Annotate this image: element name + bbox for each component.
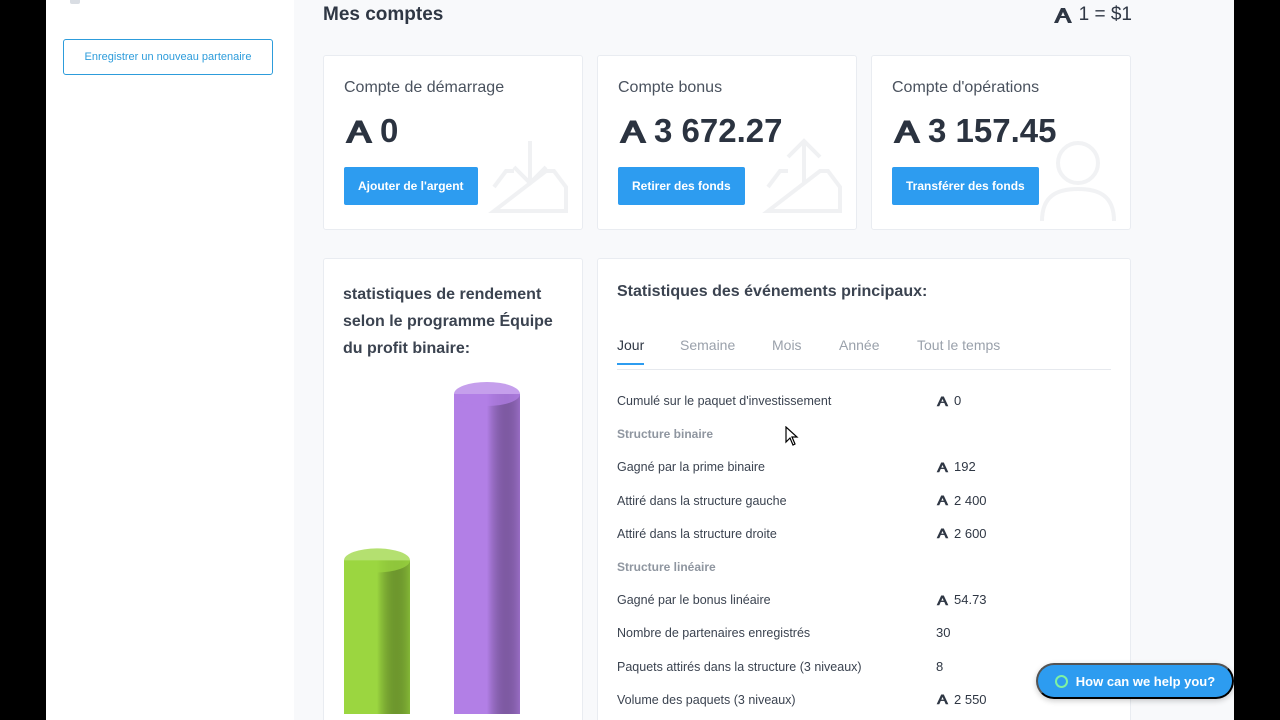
aion-currency-icon	[619, 120, 647, 143]
stat-value-text: 0	[954, 393, 962, 408]
stat-label: Attiré dans la structure gauche	[617, 493, 787, 508]
account-amount-value: 0	[380, 112, 399, 149]
help-chat-label: How can we help you?	[1075, 673, 1216, 689]
stat-value-text: 2 550	[954, 691, 987, 707]
stat-value-text: 2 400	[954, 492, 987, 508]
stat-value-text: 2 600	[954, 525, 987, 541]
mouse-cursor-icon	[785, 426, 799, 446]
stat-value-text: 192	[954, 459, 976, 475]
chart-title: statistiques de rendement selon le progr…	[343, 286, 553, 357]
page-title: Mes comptes	[323, 4, 444, 25]
stat-value: 2 600	[936, 526, 987, 541]
stat-label: Nombre de partenaires enregistrés	[617, 626, 811, 641]
tab-day[interactable]: Jour	[617, 337, 645, 365]
add-money-button[interactable]: Ajouter de l'argent	[344, 167, 478, 205]
bar-shading	[344, 560, 410, 714]
stats-card: Statistiques des événements principaux: …	[597, 258, 1131, 720]
download-icon	[488, 141, 568, 213]
stat-value: 54.73	[936, 592, 987, 607]
aion-currency-icon	[936, 462, 949, 473]
tab-week[interactable]: Semaine	[680, 337, 735, 363]
account-title: Compte de démarrage	[344, 79, 505, 96]
stat-label: Attiré dans la structure droite	[617, 526, 777, 541]
aion-currency-icon	[893, 120, 921, 143]
stat-value: 192	[936, 459, 976, 474]
aion-currency-icon	[936, 395, 949, 406]
stat-label: Volume des paquets (3 niveaux)	[617, 692, 796, 707]
aion-currency-icon	[936, 694, 949, 705]
withdraw-funds-button[interactable]: Retirer des fonds	[618, 167, 745, 205]
section-header: Structure linéaire	[617, 560, 716, 574]
tab-year[interactable]: Année	[839, 337, 879, 363]
account-title: Compte d'opérations	[892, 79, 1040, 96]
aion-currency-icon	[936, 495, 949, 506]
online-status-icon	[1054, 674, 1068, 688]
stat-value-text: 54.73	[954, 592, 987, 608]
exchange-rate: 1 = $1	[1053, 4, 1132, 26]
bar-top	[344, 548, 410, 573]
stat-value-text: 8	[936, 658, 944, 674]
aion-currency-icon	[1053, 8, 1072, 23]
stat-value: 30	[936, 625, 950, 640]
stat-value: 2 400	[936, 493, 987, 508]
sidebar-scroll-indicator	[70, 0, 80, 4]
stat-label: Cumulé sur le paquet d'investissement	[617, 394, 832, 408]
stat-value: 8	[936, 659, 943, 674]
account-card-bonus: Compte bonus 3 672.27 Retirer des fonds	[597, 55, 857, 230]
stats-title: Statistiques des événements principaux:	[617, 283, 928, 300]
help-chat-button[interactable]: How can we help you?	[1036, 663, 1234, 699]
stat-label: Paquets attirés dans la structure (3 niv…	[617, 659, 862, 674]
stat-value: 2 550	[936, 692, 987, 707]
sidebar: Enregistrer un nouveau partenaire	[46, 0, 295, 720]
period-tabs: Jour Semaine Mois Année Tout le temps	[617, 333, 1111, 370]
stat-value: 0	[936, 393, 961, 408]
cylinder-chart	[344, 382, 520, 714]
account-title: Compte bonus	[618, 79, 723, 96]
aion-currency-icon	[345, 120, 373, 143]
tab-month[interactable]: Mois	[772, 337, 802, 363]
main-content: Mes comptes 1 = $1 Compte de démarrage 0…	[294, 0, 1234, 720]
register-partner-button[interactable]: Enregistrer un nouveau partenaire	[63, 39, 273, 75]
account-card-start: Compte de démarrage 0 Ajouter de l'argen…	[323, 55, 583, 230]
performance-chart-card: statistiques de rendement selon le progr…	[323, 258, 583, 720]
exchange-rate-text: 1 = $1	[1078, 4, 1132, 25]
app-frame: Enregistrer un nouveau partenaire Mes co…	[46, 0, 1234, 720]
account-card-operations: Compte d'opérations 3 157.45 Transférer …	[871, 55, 1131, 230]
aion-currency-icon	[936, 528, 949, 539]
tab-all-time[interactable]: Tout le temps	[917, 337, 1000, 363]
user-icon	[1040, 141, 1116, 222]
aion-currency-icon	[936, 595, 949, 605]
transfer-funds-button[interactable]: Transférer des fonds	[892, 167, 1039, 205]
chart-bar	[454, 382, 520, 714]
chart-bar	[344, 548, 410, 714]
upload-icon	[762, 138, 842, 213]
account-amount: 0	[344, 112, 398, 150]
section-header: Structure binaire	[617, 427, 714, 442]
stat-value-text: 30	[936, 625, 951, 641]
stat-label: Gagné par la prime binaire	[617, 460, 765, 475]
stat-label: Gagné par le bonus linéaire	[617, 593, 771, 608]
bar-shading	[454, 394, 520, 714]
bar-top	[454, 382, 520, 406]
